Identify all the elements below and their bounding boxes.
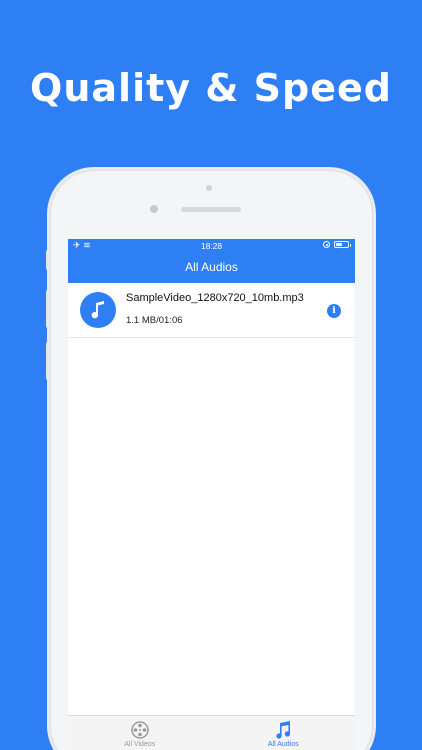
app-screen: ✈ ≋ 18:28 All Audios SampleVideo_1280x72… bbox=[68, 239, 355, 750]
status-bar: ✈ ≋ 18:28 bbox=[68, 239, 355, 253]
info-button[interactable]: i bbox=[327, 304, 341, 318]
phone-sensor bbox=[206, 185, 212, 191]
tab-bar: All Videos All Audios bbox=[68, 715, 355, 750]
audio-list-item[interactable]: SampleVideo_1280x720_10mb.mp3 1.1 MB/01:… bbox=[68, 283, 355, 338]
tab-all-audios[interactable]: All Audios bbox=[212, 716, 356, 750]
tab-label: All Audios bbox=[267, 741, 299, 748]
phone-speaker bbox=[181, 207, 241, 212]
audio-file-name: SampleVideo_1280x720_10mb.mp3 bbox=[126, 292, 304, 304]
status-time: 18:28 bbox=[200, 241, 223, 251]
tab-all-videos[interactable]: All Videos bbox=[68, 716, 212, 750]
phone-camera bbox=[150, 205, 158, 213]
nav-title: All Audios bbox=[68, 253, 355, 283]
headline: Quality & Speed bbox=[30, 66, 392, 110]
tab-label: All Videos bbox=[124, 741, 156, 748]
rotation-lock-icon bbox=[323, 241, 330, 248]
battery-fill bbox=[336, 243, 343, 246]
status-right bbox=[323, 241, 351, 248]
audio-file-meta: 1.1 MB/01:06 bbox=[126, 315, 183, 326]
battery-icon bbox=[334, 241, 351, 248]
music-note-icon bbox=[80, 292, 116, 328]
